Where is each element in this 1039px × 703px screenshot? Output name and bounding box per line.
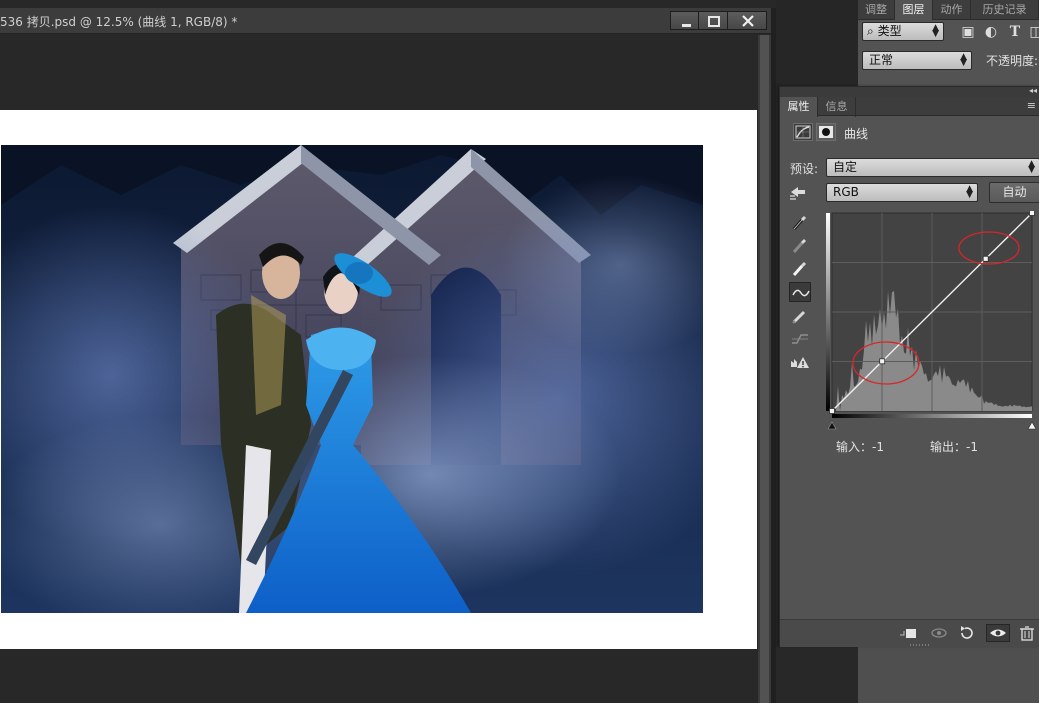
layer-filter-row: ⌕ 类型 ▲ ▼ ▣ ◐ T ◫ xyxy=(862,22,1039,42)
wedding-photo-image xyxy=(1,145,703,613)
mask-icon xyxy=(819,126,833,138)
updown-arrow-icon: ▲ ▼ xyxy=(960,52,967,68)
pencil-icon xyxy=(792,310,806,324)
maximize-icon xyxy=(708,16,720,27)
collapse-arrows-icon[interactable]: ◂◂ xyxy=(1029,86,1037,95)
preset-select[interactable]: 自定 ▲ ▼ xyxy=(826,158,1039,177)
close-button[interactable] xyxy=(727,11,767,30)
properties-panel-tabs: 属性 信息 ≡ xyxy=(780,97,1039,117)
layer-filter-kind-select[interactable]: ⌕ 类型 ▲ ▼ xyxy=(862,22,944,41)
preset-value: 自定 xyxy=(833,160,858,174)
minimize-button[interactable] xyxy=(670,11,700,30)
curves-adjustment-icon[interactable] xyxy=(793,123,813,141)
white-point-eyedropper-button[interactable] xyxy=(789,258,811,278)
view-previous-button[interactable] xyxy=(928,624,950,642)
close-icon xyxy=(742,15,754,27)
adjustment-filter-icon[interactable]: ◐ xyxy=(983,24,999,40)
canvas-page xyxy=(0,110,757,649)
panel-title-bar[interactable]: ◂◂ xyxy=(780,86,1039,97)
dock-gap xyxy=(776,0,858,86)
reset-icon xyxy=(961,626,973,639)
black-point-eyedropper-button[interactable] xyxy=(789,212,811,232)
eye-icon xyxy=(990,629,1006,637)
edit-points-button[interactable] xyxy=(789,282,811,302)
updown-arrow-icon: ▲ ▼ xyxy=(1028,159,1035,175)
layers-panel-lower xyxy=(858,645,1039,703)
curve-edit-points-icon xyxy=(792,289,810,297)
properties-bottom-bar xyxy=(780,619,1039,647)
panel-menu-icon[interactable]: ≡ xyxy=(1027,99,1036,112)
channel-select[interactable]: RGB ▲ ▼ xyxy=(826,183,978,202)
tab-history[interactable]: 历史记录 xyxy=(971,0,1039,20)
trash-icon xyxy=(1020,626,1034,641)
layer-filter-kind-value: 类型 xyxy=(877,24,902,38)
minimize-icon xyxy=(682,24,691,27)
blend-mode-select[interactable]: 正常 ▲ ▼ xyxy=(862,51,972,70)
draw-curve-button[interactable] xyxy=(789,306,811,326)
scrollbar-thumb[interactable] xyxy=(760,35,769,703)
smooth-curve-button[interactable] xyxy=(789,329,811,349)
blend-mode-value: 正常 xyxy=(869,53,894,67)
maximize-button[interactable] xyxy=(698,11,728,30)
document-title: 536 拷贝.psd @ 12.5% (曲线 1, RGB/8) * xyxy=(0,15,238,29)
reset-button[interactable] xyxy=(956,624,978,642)
tab-properties[interactable]: 属性 xyxy=(780,97,818,117)
layers-panel-tabs: 调整 图层 动作 历史记录 xyxy=(858,0,1039,20)
output-gradient-bar xyxy=(826,213,830,411)
delete-button[interactable] xyxy=(1016,624,1038,642)
tab-adjustments[interactable]: 调整 xyxy=(858,0,895,20)
tab-info[interactable]: 信息 xyxy=(818,97,856,117)
type-filter-icon[interactable]: T xyxy=(1007,24,1023,40)
input-gradient-bar xyxy=(832,414,1032,418)
opacity-label: 不透明度: xyxy=(986,54,1039,68)
eye-previous-icon xyxy=(931,628,947,638)
white-eyedropper-icon xyxy=(792,261,807,276)
curve-control-point[interactable] xyxy=(879,358,886,365)
clipping-warning-icon xyxy=(791,357,809,368)
smooth-curve-icon xyxy=(792,334,808,344)
shape-filter-icon[interactable]: ◫ xyxy=(1028,24,1039,40)
gray-point-eyedropper-button[interactable] xyxy=(789,235,811,255)
curve-control-point[interactable] xyxy=(982,255,989,262)
channel-value: RGB xyxy=(833,185,859,199)
resize-grip-icon[interactable] xyxy=(910,643,930,647)
clip-to-layer-icon xyxy=(900,629,916,638)
blend-row: 正常 ▲ ▼ 不透明度: xyxy=(862,50,1039,70)
properties-panel: ◂◂ 属性 信息 ≡ 曲线 预设: 自定 ▲ ▼ RGB ▲ ▼ 自动 输入：-… xyxy=(779,86,1039,647)
toggle-visibility-button[interactable] xyxy=(986,624,1010,642)
curves-graph[interactable] xyxy=(826,211,1038,431)
black-eyedropper-icon xyxy=(792,215,807,230)
on-image-adjust-hand-icon[interactable] xyxy=(788,183,810,201)
adjustment-header: 曲线 xyxy=(789,121,1029,143)
tab-layers[interactable]: 图层 xyxy=(895,0,933,20)
canvas-area[interactable] xyxy=(0,35,757,703)
adjustment-title: 曲线 xyxy=(844,127,869,141)
tab-actions[interactable]: 动作 xyxy=(933,0,971,20)
input-readout: 输入：-1 xyxy=(836,440,884,454)
search-icon: ⌕ xyxy=(867,24,874,38)
layer-mask-icon[interactable] xyxy=(816,123,836,141)
auto-button[interactable]: 自动 xyxy=(989,182,1039,203)
curve-control-point[interactable] xyxy=(829,408,835,414)
curves-icon xyxy=(795,125,811,139)
gray-eyedropper-icon xyxy=(792,238,807,253)
window-edge xyxy=(771,8,776,703)
vertical-scrollbar[interactable] xyxy=(757,35,771,703)
clipping-warning-button[interactable] xyxy=(789,353,811,373)
document-title-bar[interactable]: 536 拷贝.psd @ 12.5% (曲线 1, RGB/8) * xyxy=(0,8,771,34)
document-window: 536 拷贝.psd @ 12.5% (曲线 1, RGB/8) * xyxy=(0,0,776,703)
output-readout: 输出：-1 xyxy=(930,440,978,454)
preset-label: 预设: xyxy=(790,162,819,176)
clip-to-layer-button[interactable] xyxy=(898,624,920,642)
curve-control-point[interactable] xyxy=(1029,211,1035,216)
updown-arrow-icon: ▲ ▼ xyxy=(932,23,939,39)
image-filter-icon[interactable]: ▣ xyxy=(960,24,976,40)
updown-arrow-icon: ▲ ▼ xyxy=(966,184,973,200)
